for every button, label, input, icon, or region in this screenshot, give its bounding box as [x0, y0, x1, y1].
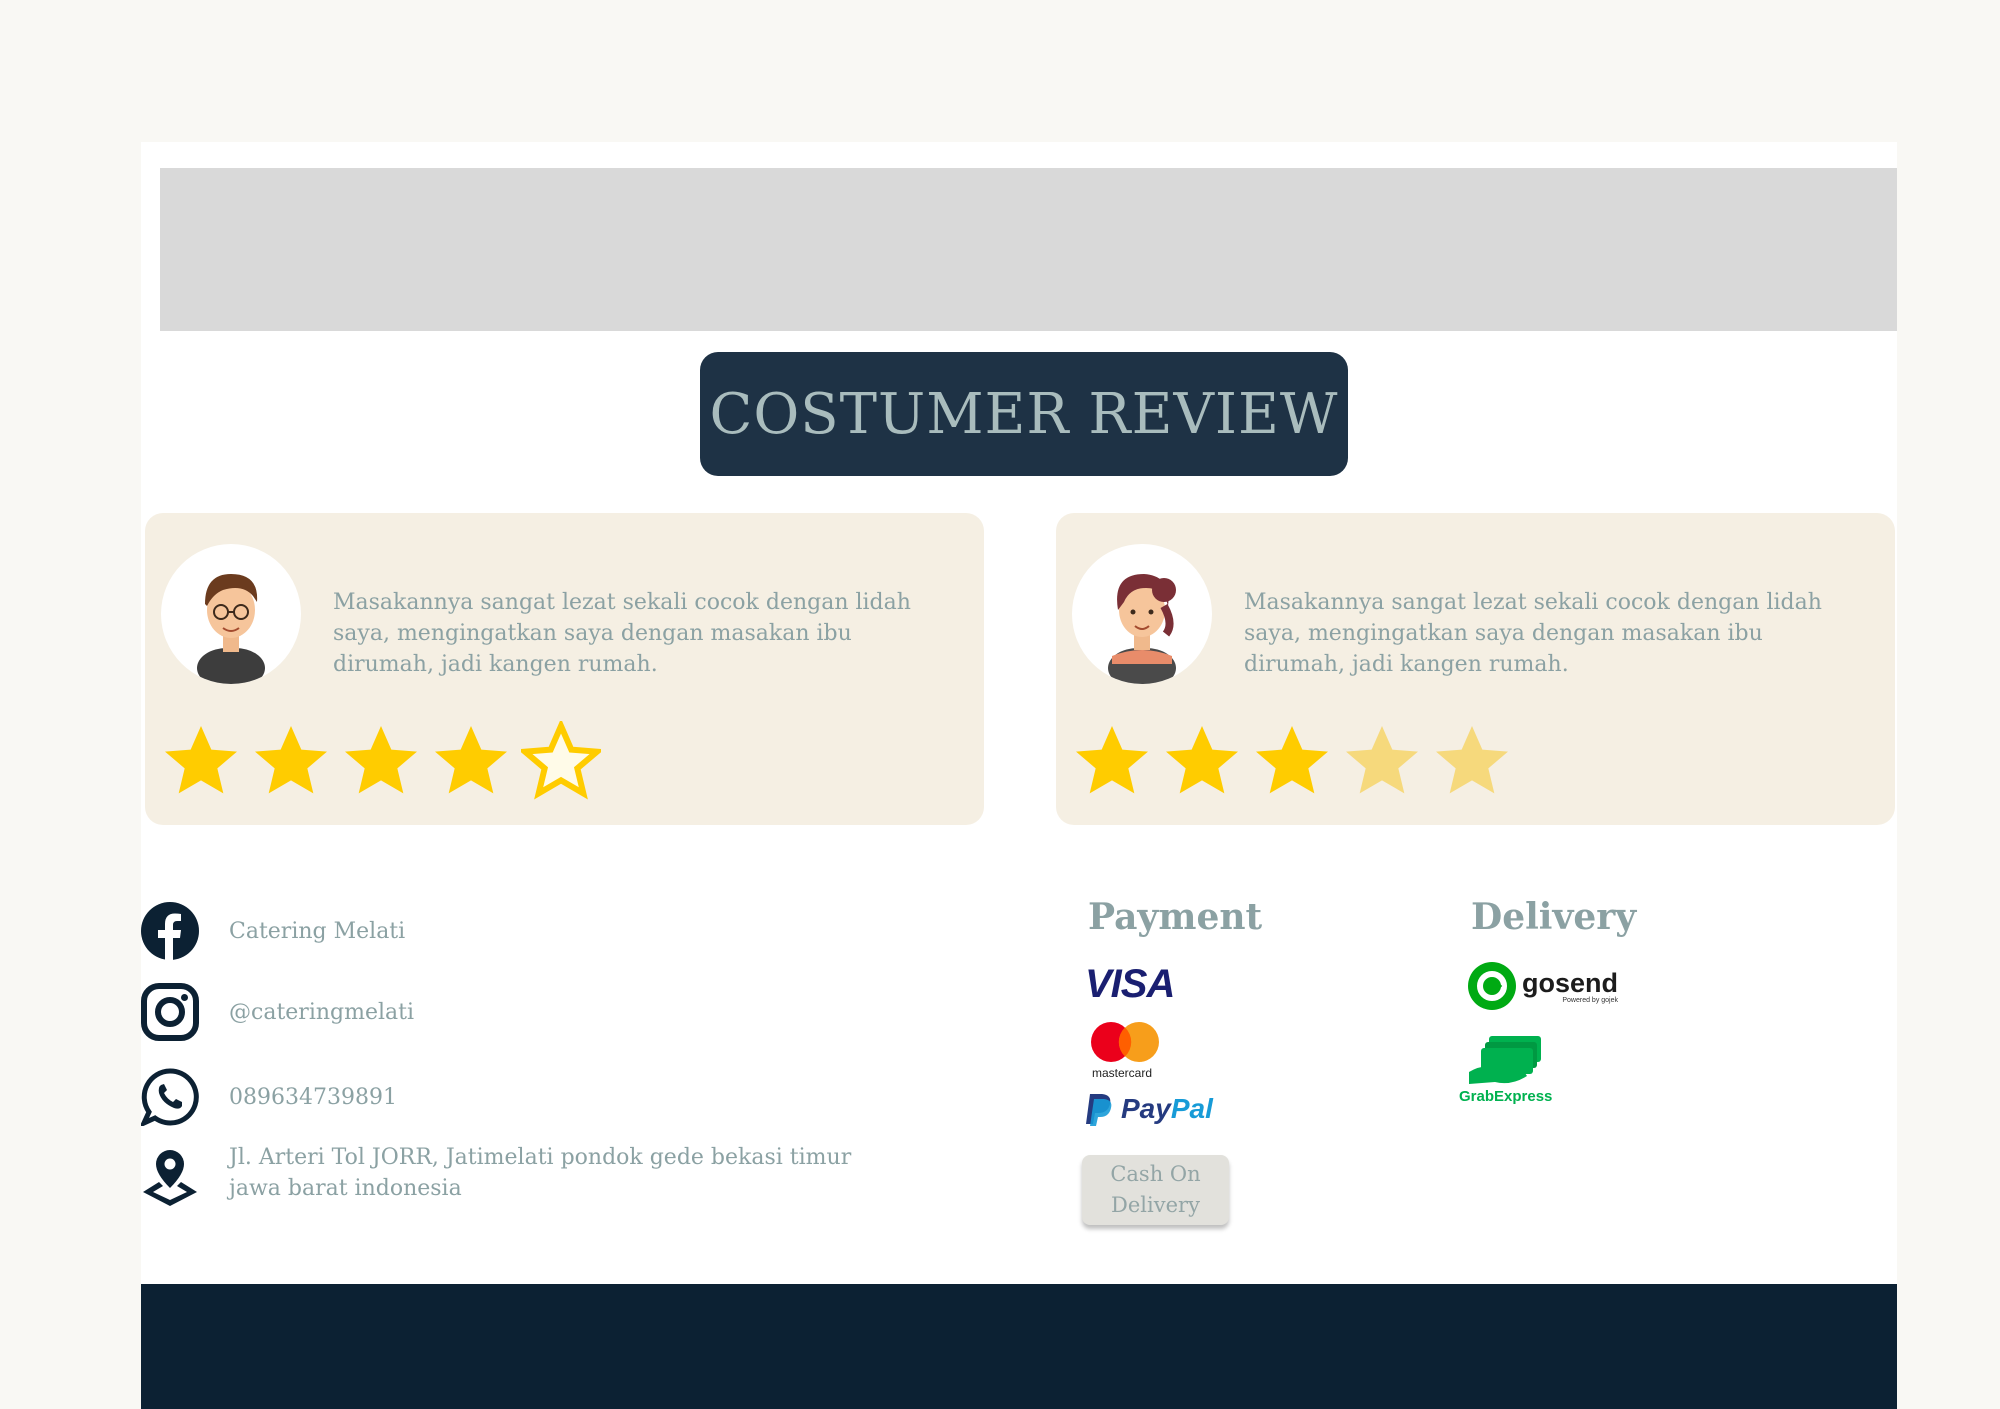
- paypal-icon: [1086, 1094, 1112, 1126]
- gosend-logo: gosend Powered by gojek: [1468, 962, 1618, 1010]
- page-content: COSTUMER REVIEW Masakannya sangat lezat …: [141, 142, 1897, 1409]
- instagram-handle: @cateringmelati: [229, 999, 415, 1025]
- section-title: COSTUMER REVIEW: [700, 352, 1348, 476]
- contact-instagram[interactable]: @cateringmelati: [141, 983, 414, 1041]
- delivery-heading: Delivery: [1471, 896, 1637, 938]
- contact-whatsapp[interactable]: 089634739891: [141, 1068, 397, 1126]
- cash-on-delivery-button[interactable]: Cash On Delivery: [1082, 1155, 1229, 1225]
- star-filled-icon: [1166, 726, 1238, 794]
- grabexpress-logo: GrabExpress: [1459, 1032, 1559, 1105]
- address-text: Jl. Arteri Tol JORR, Jatimelati pondok g…: [229, 1145, 852, 1201]
- facebook-icon[interactable]: [141, 902, 199, 960]
- footer-bar: [141, 1284, 1897, 1409]
- star-filled-icon: [165, 726, 237, 794]
- star-filled-icon: [1256, 726, 1328, 794]
- payment-heading: Payment: [1088, 896, 1263, 938]
- star-filled-icon: [435, 726, 507, 794]
- star-filled-icon: [255, 726, 327, 794]
- star-outline-icon: [521, 721, 601, 800]
- map-pin-icon: [143, 1150, 197, 1206]
- mastercard-logo: mastercard: [1085, 1020, 1165, 1082]
- star-faded-icon: [1346, 726, 1418, 794]
- review-card: Masakannya sangat lezat sekali cocok den…: [1056, 513, 1895, 825]
- contact-address: Jl. Arteri Tol JORR, Jatimelati pondok g…: [141, 1145, 851, 1206]
- facebook-name: Catering Melati: [229, 918, 406, 944]
- review-card: Masakannya sangat lezat sekali cocok den…: [145, 513, 984, 825]
- review-text: Masakannya sangat lezat sekali cocok den…: [1244, 590, 1822, 677]
- star-faded-icon: [1436, 726, 1508, 794]
- star-rating: [1072, 721, 1512, 801]
- contact-facebook[interactable]: Catering Melati: [141, 902, 405, 960]
- avatar: [1072, 544, 1212, 684]
- gosend-icon: [1468, 962, 1516, 1010]
- instagram-icon[interactable]: [141, 983, 199, 1041]
- grabexpress-icon: [1469, 1036, 1541, 1084]
- paypal-logo: PayPal: [1085, 1092, 1213, 1126]
- whatsapp-number: 089634739891: [229, 1084, 397, 1110]
- mastercard-icon: [1091, 1022, 1159, 1062]
- review-text: Masakannya sangat lezat sekali cocok den…: [333, 590, 911, 677]
- star-filled-icon: [345, 726, 417, 794]
- star-rating: [161, 721, 601, 801]
- star-filled-icon: [1076, 726, 1148, 794]
- whatsapp-icon[interactable]: [141, 1068, 199, 1126]
- avatar: [161, 544, 301, 684]
- visa-logo: VISA: [1085, 962, 1175, 1006]
- banner-placeholder: [160, 168, 1897, 331]
